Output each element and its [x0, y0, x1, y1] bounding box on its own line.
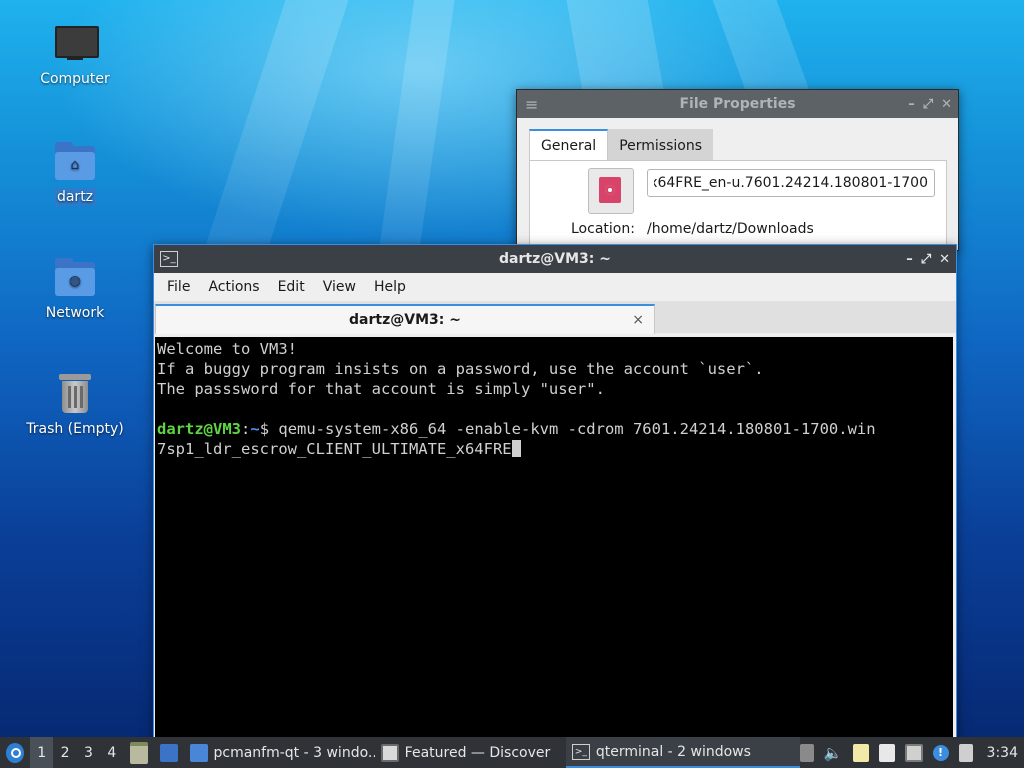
workspace-3[interactable]: 3: [77, 737, 100, 768]
task-pcmanfm[interactable]: pcmanfm-qt - 3 windo...: [184, 737, 375, 768]
desktop-icon-network[interactable]: ◍ Network: [20, 256, 130, 322]
menu-edit[interactable]: Edit: [269, 279, 314, 295]
maximize-button[interactable]: ⤢: [923, 97, 933, 112]
file-properties-titlebar[interactable]: ≡ File Properties – ⤢ ✕: [517, 90, 958, 118]
menu-help[interactable]: Help: [365, 279, 415, 295]
quicklaunch-desktop[interactable]: [154, 737, 184, 768]
task-label: pcmanfm-qt - 3 windo...: [213, 744, 375, 761]
desktop-icon-label: Network: [45, 305, 105, 321]
disc-image-icon: [599, 177, 621, 203]
desktop-icon-label: dartz: [53, 188, 97, 206]
location-value: /home/dartz/Downloads: [647, 221, 814, 237]
quicklaunch-file-manager[interactable]: [124, 737, 154, 768]
clock[interactable]: 3:34: [983, 745, 1018, 761]
file-manager-icon: [129, 741, 148, 764]
terminal-icon: >_: [571, 743, 590, 760]
maximize-button[interactable]: ⤢: [921, 252, 931, 267]
menu-view[interactable]: View: [314, 279, 365, 295]
lxqt-logo-icon: [6, 742, 24, 763]
desktop-icon-home[interactable]: ⌂ dartz: [20, 140, 130, 206]
workspace-4[interactable]: 4: [100, 737, 123, 768]
close-button[interactable]: ✕: [941, 97, 952, 112]
trash-icon: [53, 372, 97, 416]
menu-file[interactable]: File: [158, 279, 199, 295]
terminal-line: ​: [157, 399, 953, 419]
terminal-line: The passsword for that account is simply…: [157, 380, 605, 398]
properties-tabs: General Permissions: [529, 129, 713, 161]
prompt-user: dartz@VM3: [157, 420, 241, 438]
home-folder-icon: ⌂: [53, 140, 97, 184]
terminal-window: >_ dartz@VM3: ~ – ⤢ ✕ File Actions Edit …: [153, 244, 957, 740]
minimize-button[interactable]: –: [906, 252, 913, 267]
terminal-tab-bar: dartz@VM3: ~ ×: [154, 301, 956, 334]
location-label: Location:: [571, 221, 635, 237]
prompt-symbol: $: [259, 420, 279, 438]
network-icon[interactable]: [904, 743, 923, 762]
command-text: qemu-system-x86_64 -enable-kvm -cdrom 76…: [278, 420, 876, 438]
desktop-icon-computer[interactable]: Computer: [20, 22, 130, 88]
update-notifier-icon[interactable]: !: [932, 744, 949, 761]
file-name-input[interactable]: [647, 169, 935, 197]
tray-expand-icon[interactable]: [799, 743, 814, 762]
task-label: qterminal - 2 windows: [595, 743, 751, 760]
network-folder-icon: ◍: [53, 256, 97, 300]
menu-actions[interactable]: Actions: [199, 279, 268, 295]
tab-permissions[interactable]: Permissions: [608, 129, 713, 161]
desktop-icon-label: Trash (Empty): [26, 421, 124, 437]
terminal-screen[interactable]: Welcome to VM3! If a buggy program insist…: [155, 337, 953, 737]
clipboard-icon[interactable]: [852, 743, 869, 762]
terminal-line: If a buggy program insists on a password…: [157, 360, 764, 378]
show-desktop-icon: [159, 743, 178, 762]
workspace-1[interactable]: 1: [30, 737, 54, 768]
terminal-prompt-line: dartz@VM3:~$ qemu-system-x86_64 -enable-…: [157, 419, 953, 439]
close-button[interactable]: ✕: [939, 252, 950, 267]
app-menu-button[interactable]: [0, 737, 30, 768]
task-label: Featured — Discover: [404, 744, 551, 761]
window-title: dartz@VM3: ~: [499, 251, 611, 267]
terminal-line: Welcome to VM3!: [157, 340, 297, 358]
task-qterminal[interactable]: >_ qterminal - 2 windows: [565, 737, 800, 768]
minimize-button[interactable]: –: [908, 97, 915, 112]
text-cursor: [511, 440, 521, 457]
terminal-tab-label: dartz@VM3: ~: [349, 312, 461, 328]
volume-icon[interactable]: 🔈: [824, 744, 843, 762]
prompt-path: ~: [250, 420, 260, 438]
workspace-2[interactable]: 2: [53, 737, 76, 768]
task-discover[interactable]: Featured — Discover: [375, 737, 566, 768]
command-text-wrap: 7sp1_ldr_escrow_CLIENT_ULTIMATE_x64FRE: [157, 440, 512, 458]
discover-icon: [380, 743, 399, 762]
terminal-tab[interactable]: dartz@VM3: ~ ×: [155, 304, 655, 334]
window-title: File Properties: [679, 96, 796, 112]
keyboard-icon[interactable]: [958, 743, 973, 762]
desktop-icon-label: Computer: [40, 71, 110, 87]
desktop: Computer ⌂ dartz ◍ Network Trash (Empty)…: [0, 0, 1024, 768]
file-properties-window: ≡ File Properties – ⤢ ✕ General Permissi…: [516, 89, 959, 251]
terminal-titlebar[interactable]: >_ dartz@VM3: ~ – ⤢ ✕: [154, 245, 956, 273]
prompt-separator: :: [241, 420, 251, 438]
terminal-line: 7sp1_ldr_escrow_CLIENT_ULTIMATE_x64FRE: [157, 439, 953, 459]
tab-general[interactable]: General: [529, 129, 609, 161]
folder-icon: [189, 743, 208, 762]
change-icon-button[interactable]: [588, 168, 634, 214]
system-tray: 🔈 ! 3:34: [799, 743, 1024, 762]
computer-icon: [53, 22, 99, 66]
notes-icon[interactable]: [878, 743, 895, 762]
taskbar: 1 2 3 4 pcmanfm-qt - 3 windo... Featured…: [0, 737, 1024, 768]
terminal-menubar: File Actions Edit View Help: [154, 273, 956, 301]
close-tab-icon[interactable]: ×: [632, 306, 644, 334]
desktop-icon-trash[interactable]: Trash (Empty): [20, 372, 130, 438]
